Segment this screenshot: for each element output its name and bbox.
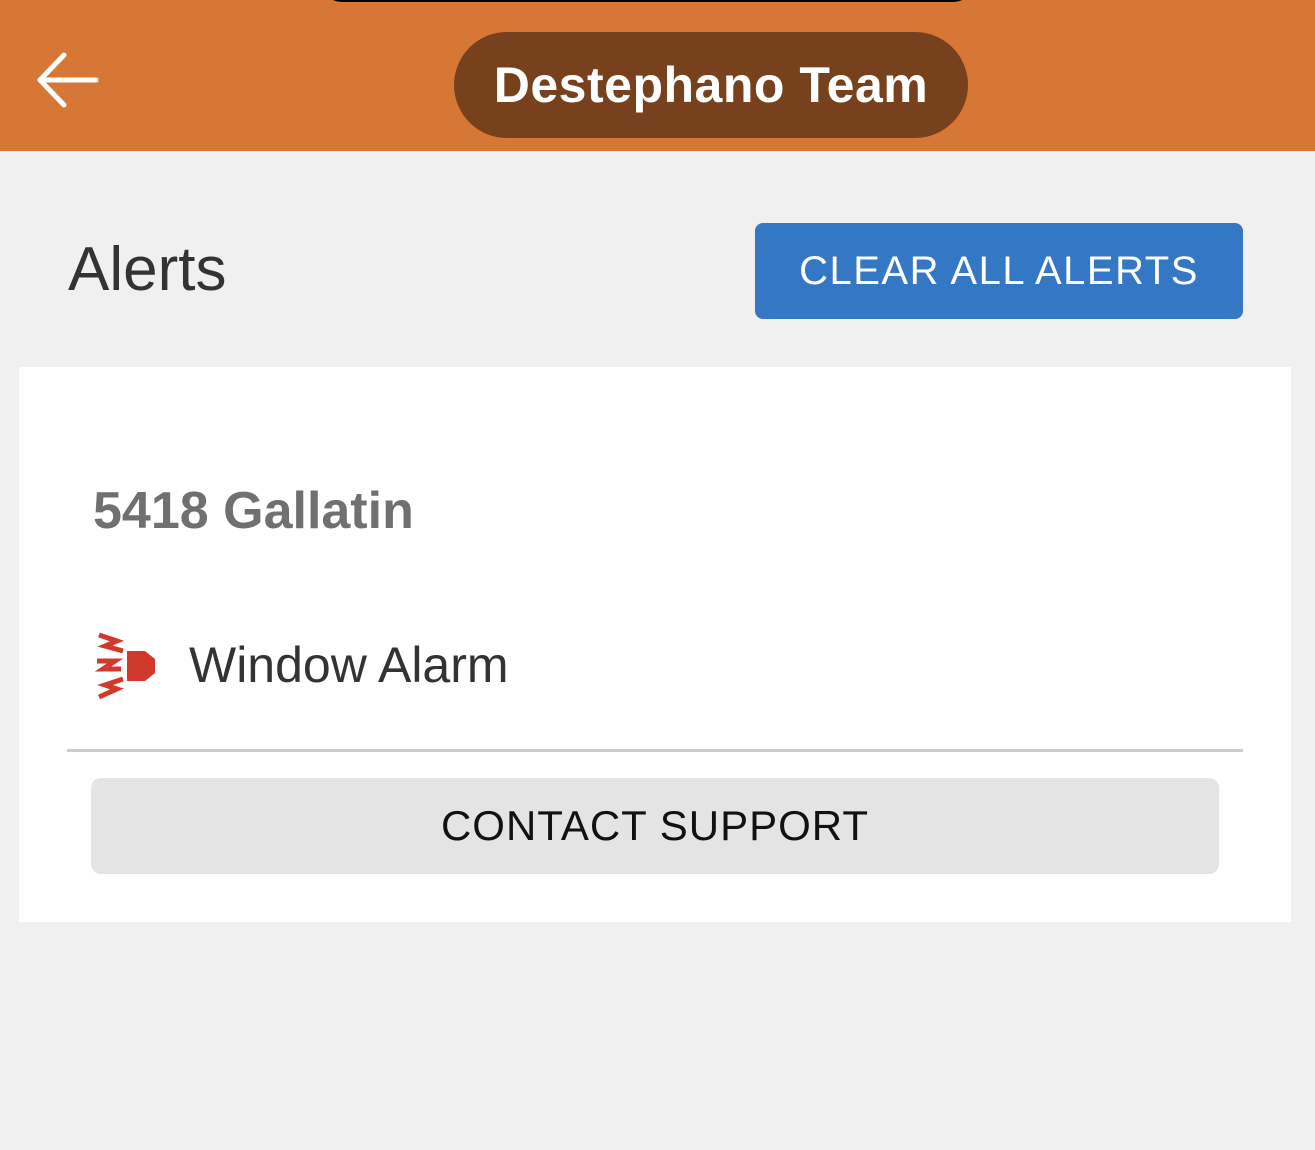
device-notch: [320, 0, 975, 2]
alerts-heading: Alerts: [68, 235, 227, 304]
alert-card: 5418 Gallatin Window Alarm CONTACT SUPPO…: [19, 367, 1291, 922]
divider: [67, 749, 1243, 752]
team-title: Destephano Team: [493, 57, 929, 113]
alert-item[interactable]: Window Alarm: [93, 629, 509, 701]
siren-alarm-icon: [93, 629, 165, 701]
alert-label: Window Alarm: [189, 637, 509, 693]
top-app-bar: Destephano Team: [0, 0, 1315, 151]
contact-support-button[interactable]: CONTACT SUPPORT: [91, 778, 1219, 874]
team-title-pill[interactable]: Destephano Team: [454, 32, 968, 138]
arrow-left-icon: [37, 52, 99, 108]
back-button[interactable]: [30, 48, 102, 112]
location-name: 5418 Gallatin: [93, 482, 414, 540]
clear-all-alerts-button[interactable]: CLEAR ALL ALERTS: [755, 223, 1243, 319]
